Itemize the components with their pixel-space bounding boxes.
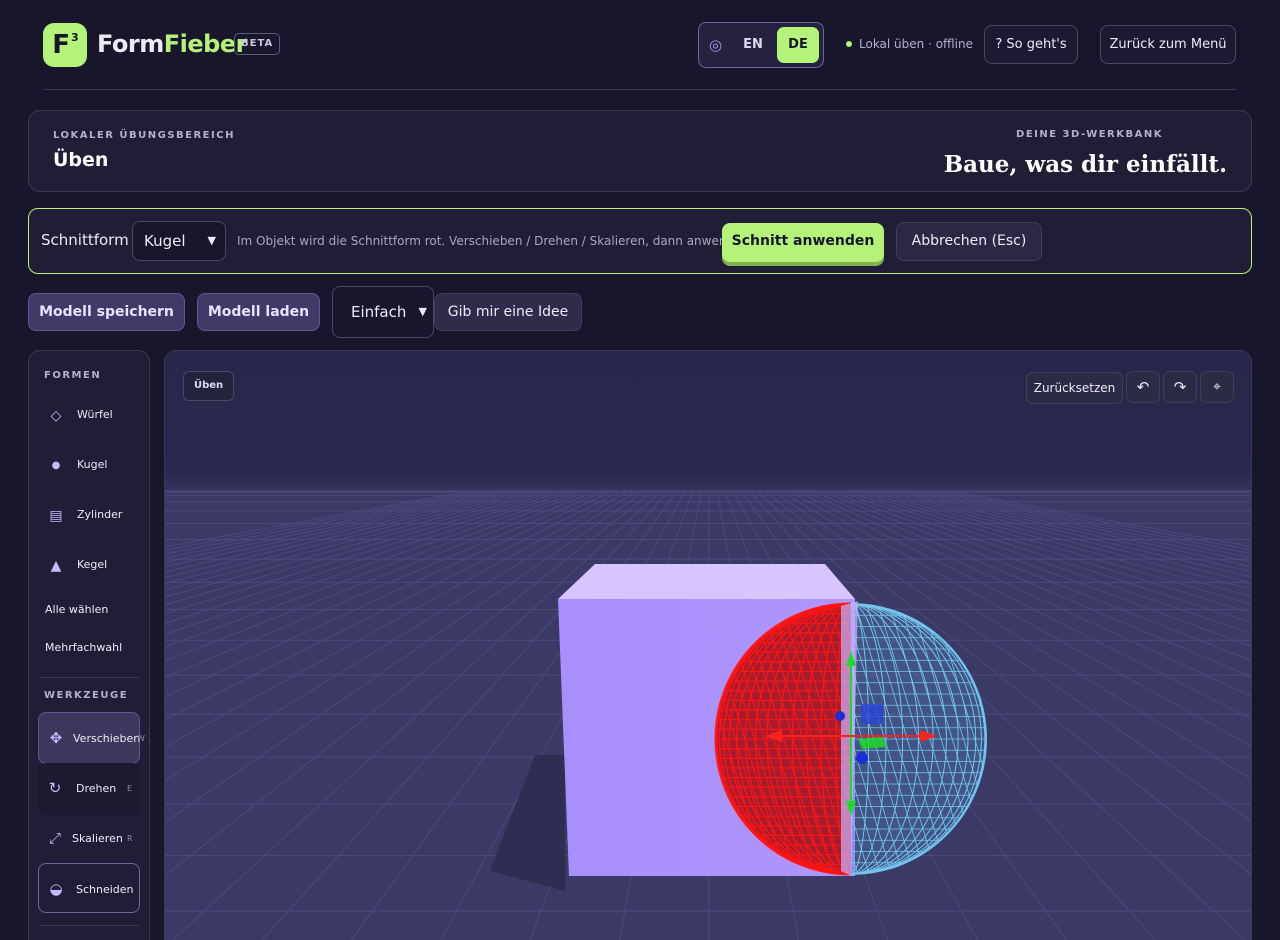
app-header: F3 FormFieber BETA ◎ EN DE Lokal üben · … bbox=[0, 0, 1280, 90]
cube-top-face bbox=[558, 564, 855, 599]
diamond-icon: ◇ bbox=[50, 408, 62, 424]
move-icon: ✥ bbox=[49, 729, 63, 747]
shapes-heading: FORMEN bbox=[44, 370, 102, 381]
redo-icon[interactable]: ↷ bbox=[1163, 371, 1197, 403]
shape-cylinder[interactable]: ▤ Zylinder bbox=[39, 495, 139, 535]
tool-rotate[interactable]: ↻ Drehen E bbox=[38, 763, 140, 815]
cut-shape-label: Schnittform bbox=[41, 231, 129, 249]
tools-heading: WERKZEUGE bbox=[44, 690, 129, 701]
apply-cut-button[interactable]: Schnitt anwenden bbox=[722, 223, 884, 262]
back-to-menu-button[interactable]: Zurück zum Menü bbox=[1100, 25, 1236, 64]
shape-sphere[interactable]: ● Kugel bbox=[39, 445, 139, 485]
tool-move[interactable]: ✥ Verschieben W bbox=[38, 712, 145, 764]
sphere-icon: ● bbox=[51, 460, 61, 471]
gizmo-z-handle[interactable] bbox=[856, 752, 868, 764]
select-all-link[interactable]: Alle wählen bbox=[45, 603, 108, 616]
cut-hint: Im Objekt wird die Schnittform rot. Vers… bbox=[237, 234, 753, 248]
crosshair-icon[interactable]: ⌖ bbox=[1200, 371, 1234, 403]
cylinder-icon: ▤ bbox=[49, 508, 63, 524]
workspace-kicker: LOKALER ÜBUNGSBEREICH bbox=[53, 130, 235, 141]
target-icon[interactable]: ◎ bbox=[709, 37, 725, 53]
3d-viewport[interactable]: Üben Zurücksetzen ↶ ↷ ⌖ bbox=[164, 350, 1252, 940]
chevron-down-icon: ▼ bbox=[418, 305, 427, 318]
workspace-title: Üben bbox=[53, 149, 109, 171]
save-model-button[interactable]: Modell speichern bbox=[28, 293, 185, 331]
tool-scale[interactable]: ⤢ Skalieren R bbox=[38, 813, 140, 865]
cut-toolbar: Schnittform Kugel ▼ Im Objekt wird die S… bbox=[28, 208, 1252, 274]
gizmo-handle[interactable] bbox=[835, 711, 845, 721]
shape-cube[interactable]: ◇ Würfel bbox=[39, 395, 139, 435]
workspace-info-card: LOKALER ÜBUNGSBEREICH Üben DEINE 3D-WERK… bbox=[28, 110, 1252, 192]
sidebar-divider bbox=[39, 925, 139, 926]
chevron-down-icon: ▼ bbox=[207, 234, 216, 247]
logo-icon[interactable]: F3 bbox=[43, 23, 87, 67]
undo-icon[interactable]: ↶ bbox=[1126, 371, 1160, 403]
tool-cut[interactable]: ◒ Schneiden bbox=[38, 863, 140, 913]
workbench-kicker: DEINE 3D-WERKBANK bbox=[1016, 129, 1163, 140]
language-switch: ◎ EN DE bbox=[698, 22, 824, 68]
scene-canvas[interactable] bbox=[165, 351, 1252, 940]
workbench-title: Baue, was dir einfällt. bbox=[943, 151, 1227, 178]
help-button[interactable]: ? So geht's bbox=[984, 25, 1078, 64]
lang-en-button[interactable]: EN bbox=[733, 27, 773, 63]
cut-shape-select[interactable]: Kugel ▼ bbox=[132, 221, 226, 261]
gizmo-xz-plane[interactable] bbox=[858, 737, 887, 749]
cone-icon: ▲ bbox=[50, 558, 62, 574]
status-dot-icon bbox=[846, 40, 852, 47]
brand-name: FormFieber bbox=[97, 30, 247, 58]
reset-view-button[interactable]: Zurücksetzen bbox=[1026, 372, 1123, 404]
multi-select-link[interactable]: Mehrfachwahl bbox=[45, 641, 122, 654]
cut-icon: ◒ bbox=[49, 880, 63, 898]
load-model-button[interactable]: Modell laden bbox=[197, 293, 320, 331]
idea-button[interactable]: Gib mir eine Idee bbox=[434, 293, 582, 331]
connection-status: Lokal üben · offline bbox=[846, 37, 973, 51]
gizmo-xy-plane[interactable] bbox=[861, 704, 883, 724]
difficulty-select[interactable]: Einfach ▼ bbox=[332, 286, 434, 338]
beta-badge: BETA bbox=[234, 33, 281, 55]
tool-sidebar: FORMEN ◇ Würfel ● Kugel ▤ Zylinder ▲ Keg… bbox=[28, 350, 150, 940]
sidebar-divider bbox=[39, 677, 139, 678]
cancel-cut-button[interactable]: Abbrechen (Esc) bbox=[896, 222, 1042, 261]
scale-icon: ⤢ bbox=[48, 829, 61, 847]
header-divider bbox=[43, 89, 1236, 90]
shape-cone[interactable]: ▲ Kegel bbox=[39, 545, 139, 585]
mode-badge: Üben bbox=[183, 371, 235, 401]
rotate-icon: ↻ bbox=[48, 779, 62, 797]
lang-de-button[interactable]: DE bbox=[777, 27, 819, 63]
